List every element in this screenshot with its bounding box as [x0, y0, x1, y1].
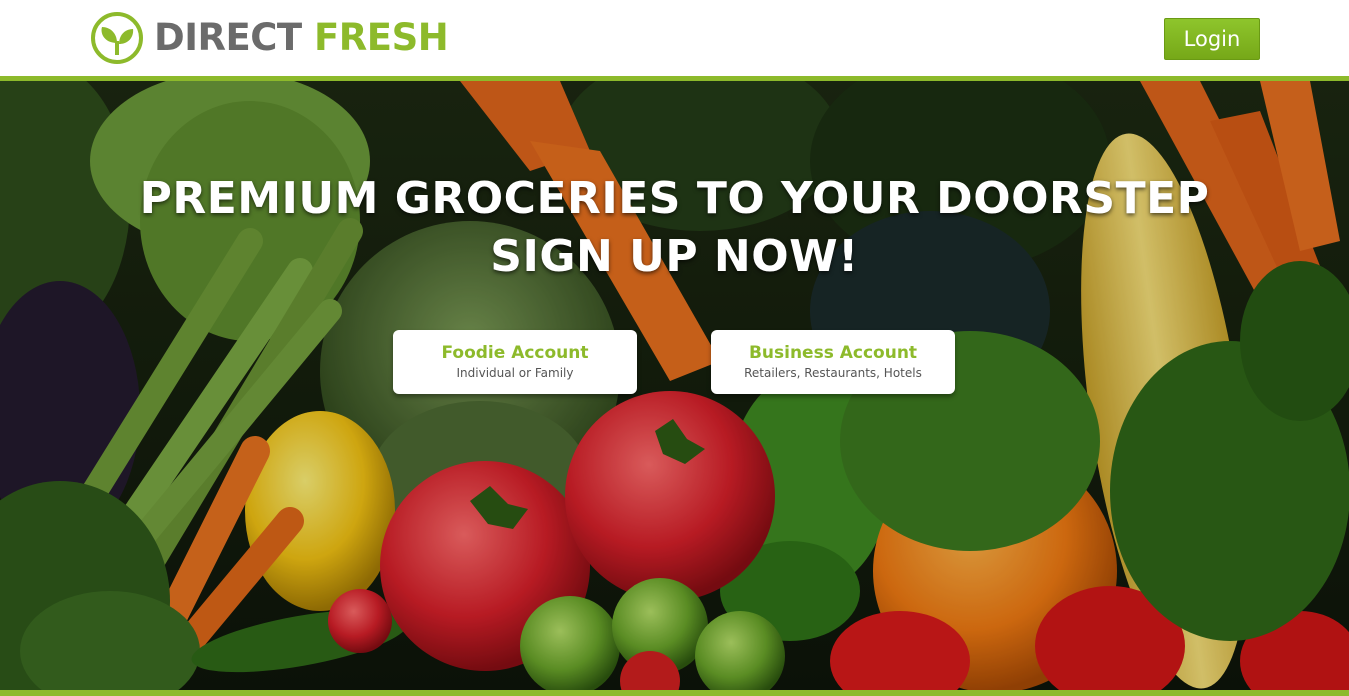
leaf-logo-icon — [91, 12, 143, 64]
foodie-account-button[interactable]: Foodie Account Individual or Family — [393, 330, 637, 394]
logo[interactable]: DIRECT FRESH — [90, 11, 449, 65]
business-account-button[interactable]: Business Account Retailers, Restaurants,… — [711, 330, 955, 394]
headline-line-2: SIGN UP NOW! — [490, 231, 859, 282]
hero-headline: PREMIUM GROCERIES TO YOUR DOORSTEP SIGN … — [0, 170, 1349, 286]
foodie-account-title: Foodie Account — [441, 343, 589, 363]
login-button[interactable]: Login — [1164, 18, 1260, 60]
business-account-title: Business Account — [748, 343, 918, 363]
logo-word-fresh: FRESH — [314, 16, 449, 59]
business-account-subtitle: Retailers, Restaurants, Hotels — [744, 366, 922, 380]
logo-word-direct: DIRECT — [154, 16, 302, 59]
logo-text: DIRECT FRESH — [154, 11, 449, 65]
footer-divider — [0, 690, 1349, 696]
headline-line-1: PREMIUM GROCERIES TO YOUR DOORSTEP — [139, 173, 1210, 224]
foodie-account-subtitle: Individual or Family — [456, 366, 574, 380]
site-header: DIRECT FRESH Login — [0, 0, 1349, 76]
